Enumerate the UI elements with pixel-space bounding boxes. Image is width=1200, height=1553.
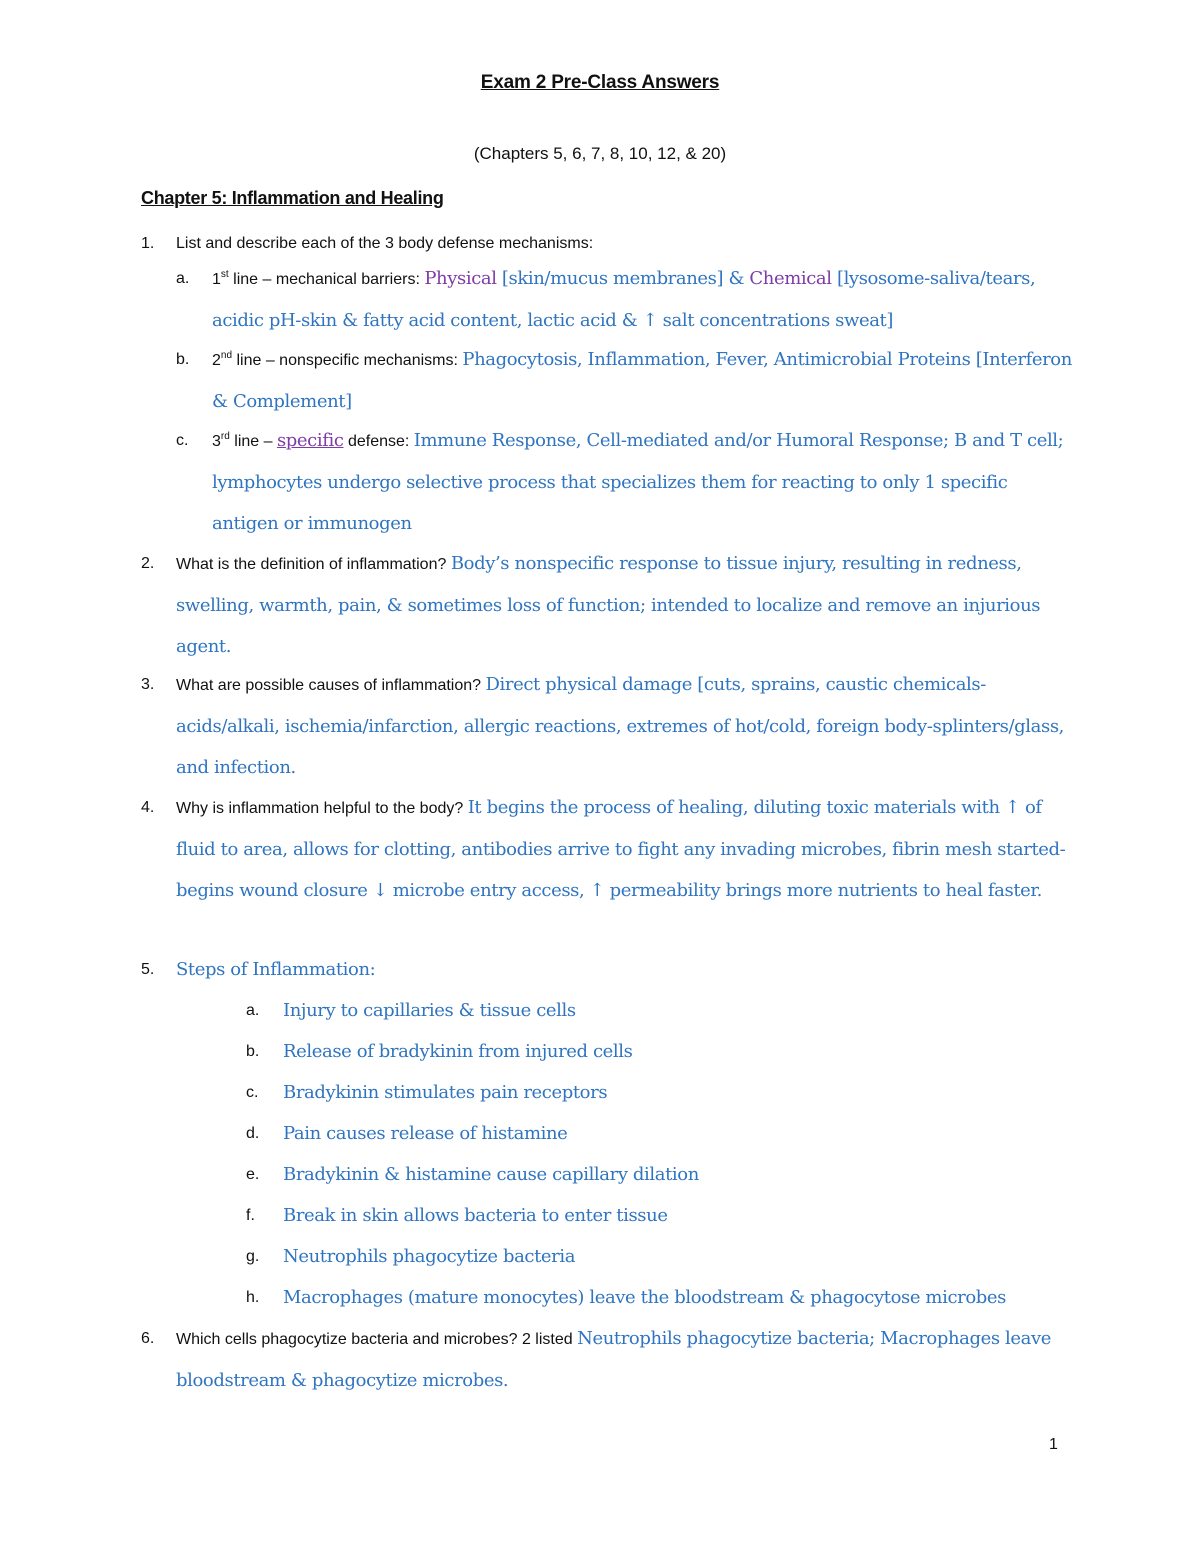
- subitem-label: defense:: [343, 433, 414, 450]
- step-letter: d.: [246, 1125, 260, 1142]
- ordinal-suffix: nd: [220, 350, 233, 361]
- subitem-label: line – mechanical barriers:: [228, 271, 425, 288]
- step-letter: g.: [246, 1248, 260, 1265]
- step-text: Neutrophils phagocytize bacteria: [283, 1246, 576, 1267]
- subitem-letter: a.: [176, 270, 190, 287]
- subitem-body: 2nd line – nonspecific mechanisms: Phago…: [212, 340, 1072, 423]
- subitem-body: 1st line – mechanical barriers: Physical…: [212, 259, 1072, 342]
- answer-text: Steps of Inflammation:: [176, 959, 376, 980]
- step-letter: a.: [246, 1002, 260, 1019]
- document-subtitle: (Chapters 5, 6, 7, 8, 10, 12, & 20): [473, 144, 727, 163]
- ordinal: 2: [212, 352, 221, 369]
- answer-text: [skin/mucus membranes] &: [496, 268, 750, 289]
- step-text: Break in skin allows bacteria to enter t…: [283, 1205, 668, 1226]
- ordinal: 1: [212, 271, 221, 288]
- step-text: Pain causes release of histamine: [283, 1123, 568, 1144]
- question-body: What is the definition of inflammation? …: [176, 544, 1076, 669]
- page-number: 1: [1049, 1436, 1058, 1453]
- step-letter: h.: [246, 1289, 260, 1306]
- question-number: 6.: [141, 1330, 155, 1347]
- ordinal-suffix: rd: [220, 431, 230, 442]
- document-page: Exam 2 Pre-Class Answers (Chapters 5, 6,…: [0, 0, 1200, 1553]
- answer-physical: Physical: [424, 268, 497, 289]
- subitem-label: line – nonspecific mechanisms:: [232, 352, 463, 369]
- question-text: What are possible causes of inflammation…: [176, 677, 486, 694]
- step-text: Macrophages (mature monocytes) leave the…: [283, 1287, 1006, 1308]
- step-text: Bradykinin & histamine cause capillary d…: [283, 1164, 699, 1185]
- step-letter: e.: [246, 1166, 260, 1183]
- subitem-letter: c.: [176, 432, 189, 449]
- subitem-letter: b.: [176, 351, 190, 368]
- question-text: Which cells phagocytize bacteria and mic…: [176, 1331, 578, 1348]
- subitem-body: 3rd line – specific defense: Immune Resp…: [212, 421, 1072, 546]
- question-number: 4.: [141, 799, 155, 816]
- question-number: 2.: [141, 555, 155, 572]
- step-text: Injury to capillaries & tissue cells: [283, 1000, 576, 1021]
- question-number: 5.: [141, 961, 155, 978]
- ordinal: 3: [212, 433, 221, 450]
- step-letter: b.: [246, 1043, 260, 1060]
- question-number: 3.: [141, 676, 155, 693]
- question-body: What are possible causes of inflammation…: [176, 665, 1076, 790]
- emphasized-word: specific: [276, 430, 344, 451]
- question-text: Why is inflammation helpful to the body?: [176, 800, 468, 817]
- step-text: Release of bradykinin from injured cells: [283, 1041, 633, 1062]
- question-body: Why is inflammation helpful to the body?…: [176, 788, 1076, 913]
- question-number: 1.: [141, 235, 155, 252]
- step-text: Bradykinin stimulates pain receptors: [283, 1082, 608, 1103]
- document-title: Exam 2 Pre-Class Answers: [480, 72, 720, 93]
- step-letter: c.: [246, 1084, 259, 1101]
- question-body: Which cells phagocytize bacteria and mic…: [176, 1319, 1076, 1402]
- question-text: What is the definition of inflammation?: [176, 556, 451, 573]
- subitem-label: line –: [229, 433, 277, 450]
- step-letter: f.: [246, 1207, 255, 1224]
- ordinal-suffix: st: [220, 269, 229, 280]
- chapter-heading: Chapter 5: Inflammation and Healing: [141, 188, 444, 208]
- answer-chemical: Chemical: [749, 268, 832, 289]
